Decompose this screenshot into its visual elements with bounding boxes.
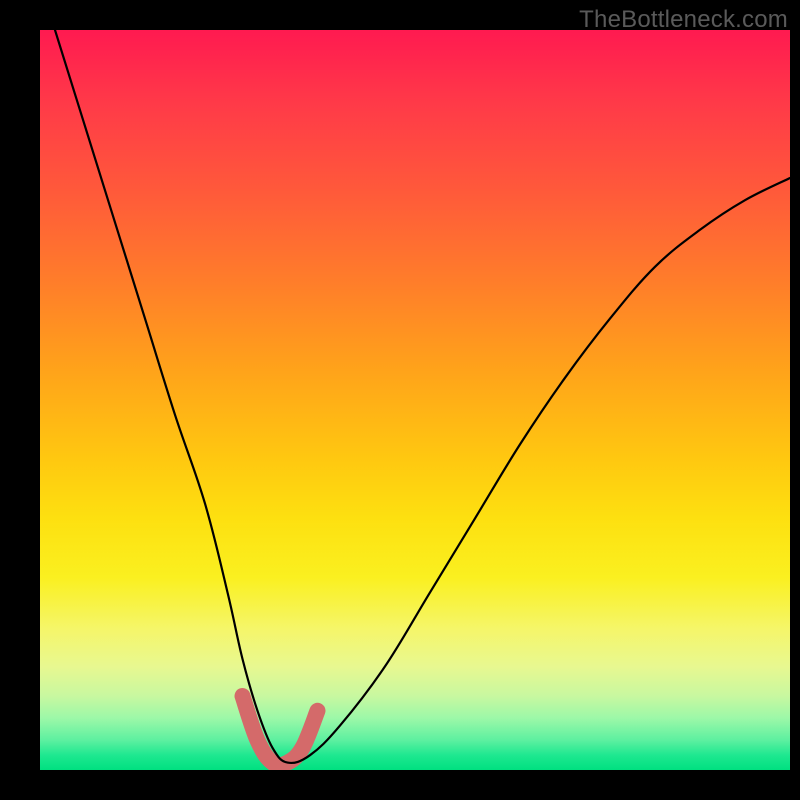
ideal-zone-overlay <box>243 696 318 765</box>
bottleneck-curve <box>55 30 790 763</box>
watermark-text: TheBottleneck.com <box>579 6 788 34</box>
chart-svg <box>40 30 790 770</box>
chart-area <box>40 30 790 770</box>
